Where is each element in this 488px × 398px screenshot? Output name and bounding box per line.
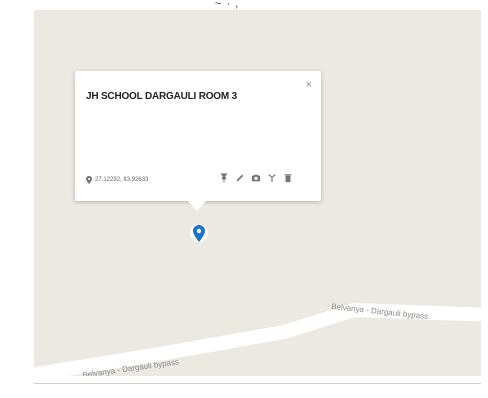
route-icon[interactable] (267, 172, 277, 184)
road-segment (34, 302, 481, 376)
top-partial-text: ~ · , (215, 0, 240, 10)
coordinates-text: 27.12292, 83.92633 (95, 177, 149, 183)
coordinates-row: 27.12292, 83.92633 (86, 176, 148, 184)
close-icon[interactable]: × (306, 79, 312, 91)
camera-icon[interactable] (251, 172, 261, 184)
pin-icon[interactable] (219, 172, 229, 184)
bottom-divider (34, 383, 481, 384)
delete-icon[interactable] (283, 172, 293, 184)
popup-pointer (188, 201, 206, 211)
location-pin-icon (86, 176, 92, 184)
popup-title: JH SCHOOL DARGAULI ROOM 3 (86, 91, 237, 102)
map-marker-icon[interactable] (189, 222, 209, 248)
map-view[interactable]: Belvariya - Dargauli bypass Belvariya - … (34, 10, 481, 376)
popup-toolbar (219, 172, 293, 184)
location-info-popup: JH SCHOOL DARGAULI ROOM 3 × 27.12292, 83… (75, 71, 321, 211)
edit-icon[interactable] (235, 172, 245, 184)
